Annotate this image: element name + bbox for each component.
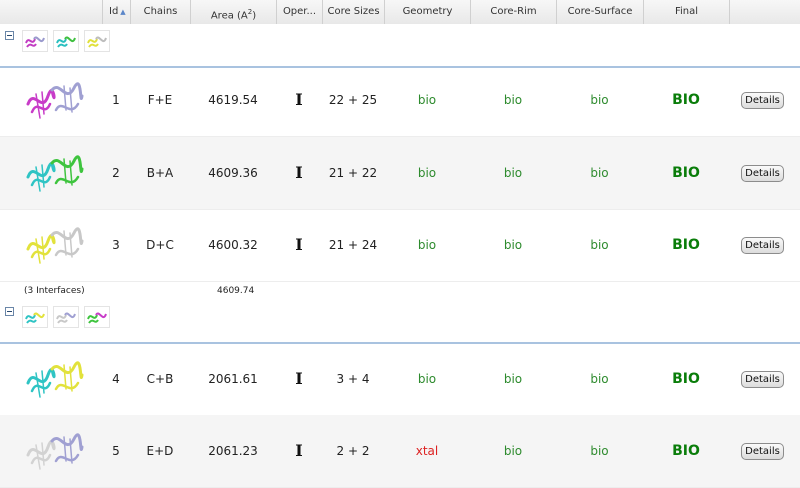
cell-core-sizes: 2 + 2	[336, 444, 370, 458]
details-button[interactable]: Details	[741, 443, 784, 460]
cell-final: BIO	[672, 443, 700, 459]
collapse-toggle-icon[interactable]	[5, 307, 14, 316]
table-row[interactable]: 2 B+A 4609.36 I 21 + 22 bio bio bio BIO Details	[0, 137, 800, 210]
cell-id: 1	[112, 93, 120, 107]
cell-geometry: bio	[417, 238, 437, 252]
cell-core-surface: bio	[590, 372, 609, 386]
column-header-final[interactable]: Final	[643, 0, 729, 24]
group-thumbnail[interactable]	[22, 306, 48, 328]
details-button[interactable]: Details	[741, 92, 784, 109]
column-header-core-surface[interactable]: Core-Surface	[556, 0, 643, 24]
cell-final: BIO	[672, 165, 700, 181]
cell-geometry: xtal	[415, 444, 439, 458]
molecule-structure-icon	[26, 361, 84, 398]
cell-operator: I	[295, 235, 303, 254]
cell-chains: D+C	[146, 238, 174, 252]
cell-chains: B+A	[146, 166, 174, 180]
cell-core-sizes: 3 + 4	[336, 372, 370, 386]
cell-id: 5	[112, 444, 120, 458]
cell-geometry: bio	[417, 166, 437, 180]
average-area-value: 4609.74	[217, 286, 255, 296]
cell-area: 4619.54	[208, 93, 258, 107]
table-row[interactable]: 1 F+E 4619.54 I 22 + 25 bio bio bio BIO Details	[0, 64, 800, 137]
cell-geometry: bio	[417, 372, 437, 386]
cell-final: BIO	[672, 237, 700, 253]
cell-id: 4	[112, 372, 120, 386]
cell-id: 3	[112, 238, 120, 252]
column-header-core-rim[interactable]: Core-Rim	[470, 0, 556, 24]
cell-core-surface: bio	[590, 93, 609, 107]
cell-chains: F+E	[147, 93, 173, 107]
cell-core-sizes: 21 + 24	[328, 238, 378, 252]
cell-area: 4609.36	[208, 166, 258, 180]
group-thumbnail[interactable]	[53, 30, 79, 52]
molecule-structure-icon	[26, 155, 84, 192]
cell-core-surface: bio	[590, 238, 609, 252]
cell-chains: C+B	[146, 372, 174, 386]
sort-ascending-icon: ▲	[120, 8, 126, 16]
molecule-thumbnail-icon	[56, 312, 76, 324]
table-header: Id ▲ Chains Area (A2) Oper... Core Sizes …	[0, 0, 800, 25]
cell-id: 2	[112, 166, 120, 180]
group-thumbnail[interactable]	[53, 306, 79, 328]
column-header-core-sizes[interactable]: Core Sizes	[322, 0, 384, 24]
group-header-2	[0, 300, 800, 344]
molecule-structure-icon	[26, 82, 84, 119]
cell-core-surface: bio	[590, 166, 609, 180]
column-header-details	[729, 0, 800, 24]
collapse-toggle-icon[interactable]	[5, 31, 14, 40]
details-button[interactable]: Details	[741, 165, 784, 182]
column-header-geometry[interactable]: Geometry	[384, 0, 470, 24]
cell-area: 2061.61	[208, 372, 258, 386]
group-header-1	[0, 24, 800, 68]
details-button[interactable]: Details	[741, 371, 784, 388]
cell-core-surface: bio	[590, 444, 609, 458]
group-summary: (3 Interfaces) 4609.74	[0, 282, 800, 301]
cell-area: 2061.23	[208, 444, 258, 458]
molecule-thumbnail-icon	[25, 312, 45, 324]
interface-count-label: (3 Interfaces)	[24, 286, 85, 296]
header-thumbnail	[0, 0, 102, 24]
molecule-structure-icon	[26, 227, 84, 264]
group-thumbnail[interactable]	[22, 30, 48, 52]
cell-final: BIO	[672, 92, 700, 108]
cell-operator: I	[295, 441, 303, 460]
molecule-structure-icon	[26, 433, 84, 470]
molecule-thumbnail-icon	[56, 36, 76, 48]
molecule-thumbnail-icon	[87, 36, 107, 48]
cell-core-sizes: 21 + 22	[328, 166, 378, 180]
cell-geometry: bio	[417, 93, 437, 107]
cell-area: 4600.32	[208, 238, 258, 252]
cell-core-rim: bio	[503, 166, 523, 180]
cell-core-rim: bio	[503, 238, 523, 252]
molecule-thumbnail-icon	[87, 312, 107, 324]
cell-operator: I	[295, 163, 303, 182]
cell-chains: E+D	[146, 444, 174, 458]
group-thumbnail[interactable]	[84, 30, 110, 52]
details-button[interactable]: Details	[741, 237, 784, 254]
table-row[interactable]: 5 E+D 2061.23 I 2 + 2 xtal bio bio BIO Details	[0, 415, 800, 488]
cell-operator: I	[295, 90, 303, 109]
column-header-area[interactable]: Area (A2)	[190, 0, 276, 24]
column-header-id[interactable]: Id ▲	[102, 0, 130, 24]
table-row[interactable]: 3 D+C 4600.32 I 21 + 24 bio bio bio BIO Details	[0, 209, 800, 282]
cell-operator: I	[295, 369, 303, 388]
column-header-chains[interactable]: Chains	[130, 0, 190, 24]
group-thumbnail[interactable]	[84, 306, 110, 328]
cell-core-rim: bio	[503, 93, 523, 107]
cell-core-rim: bio	[503, 372, 523, 386]
cell-core-rim: bio	[503, 444, 523, 458]
table-row[interactable]: 4 C+B 2061.61 I 3 + 4 bio bio bio BIO Details	[0, 343, 800, 416]
cell-core-sizes: 22 + 25	[328, 93, 378, 107]
column-header-operator[interactable]: Oper...	[276, 0, 322, 24]
cell-final: BIO	[672, 371, 700, 387]
molecule-thumbnail-icon	[25, 36, 45, 48]
